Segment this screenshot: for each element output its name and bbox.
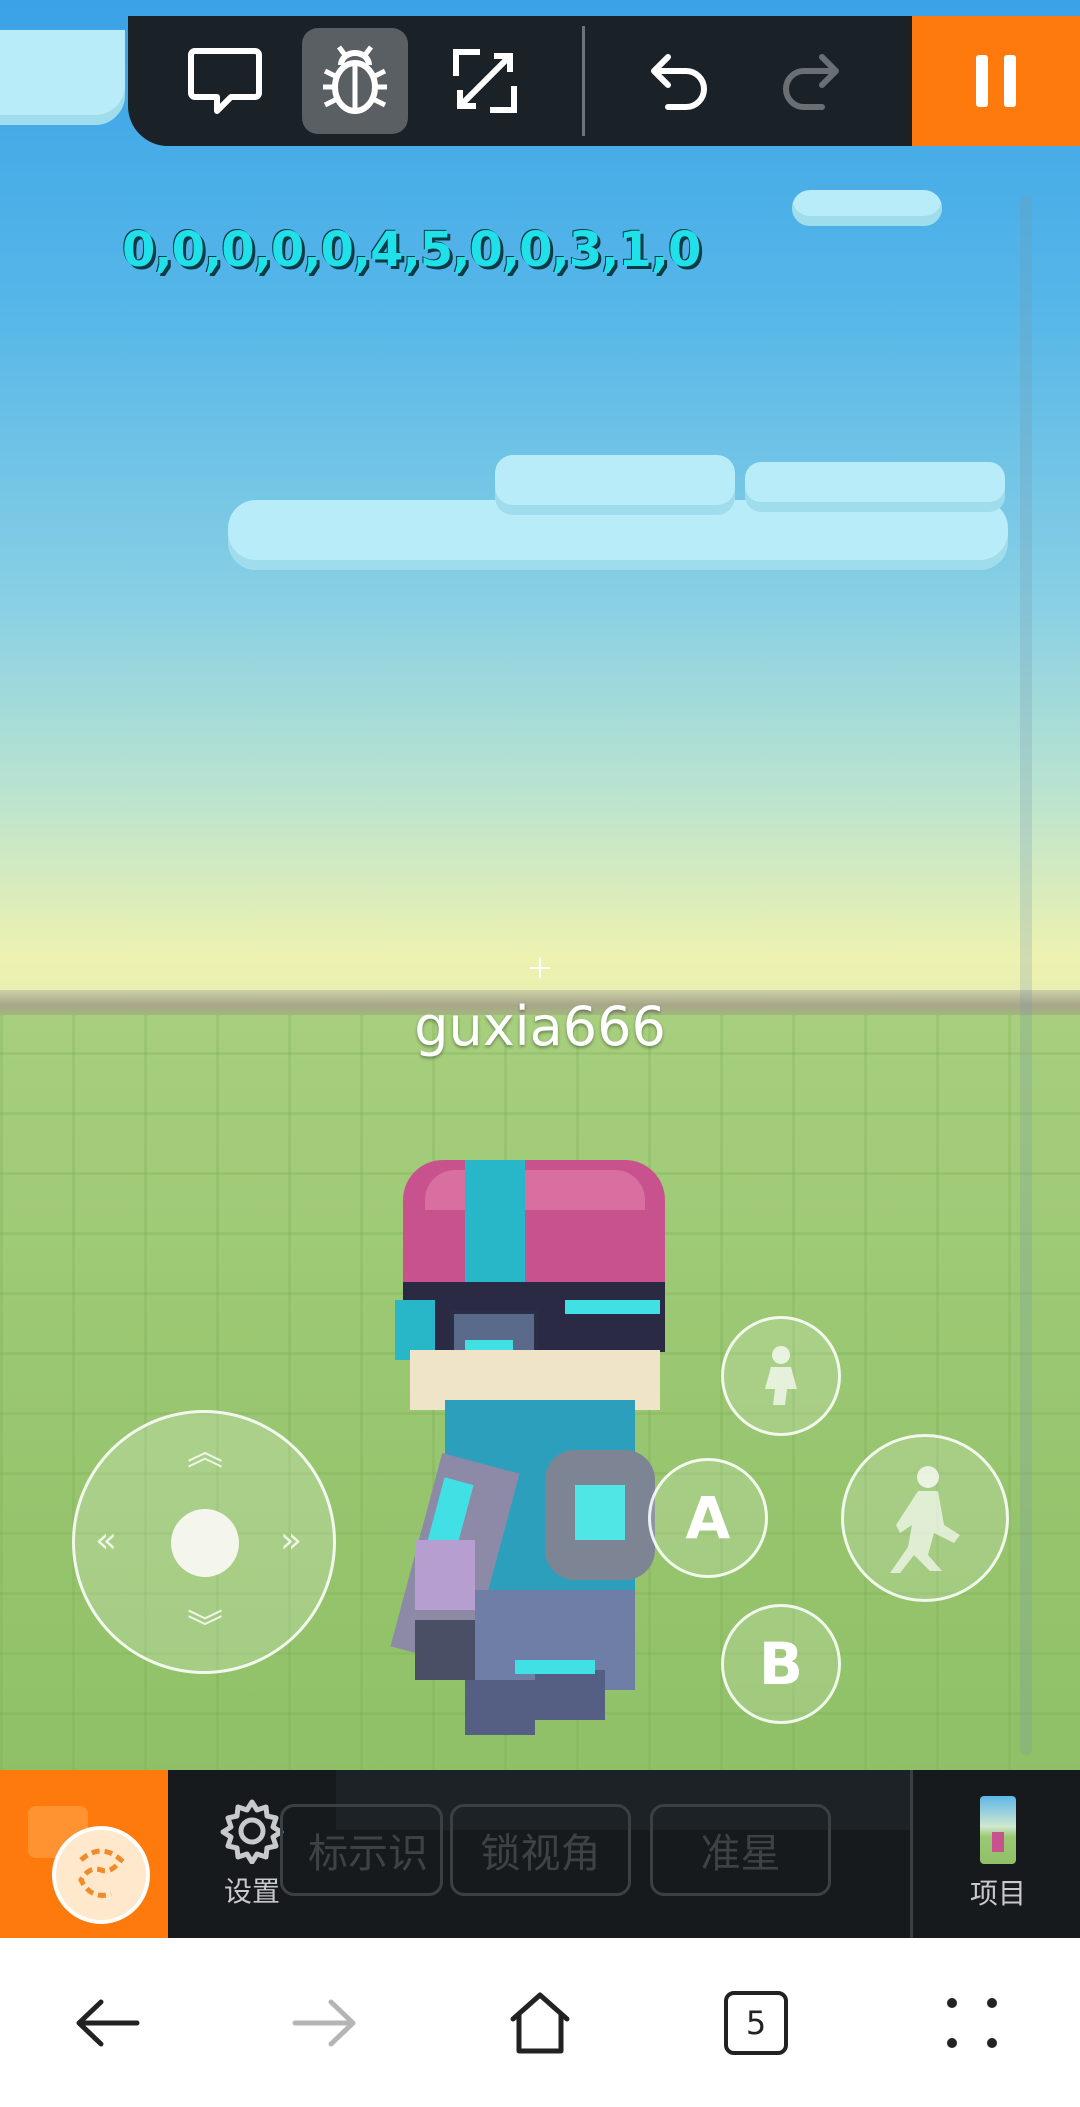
more-dots-icon bbox=[947, 1997, 997, 2048]
pause-button[interactable] bbox=[912, 16, 1080, 146]
settings-label: 设置 bbox=[223, 1875, 280, 1908]
home-button[interactable] bbox=[480, 1963, 600, 2083]
browser-nav-bar: 5 bbox=[0, 1938, 1080, 2107]
toolbar-divider bbox=[582, 26, 585, 136]
project-thumbnail bbox=[980, 1796, 1016, 1864]
expand-icon bbox=[453, 49, 517, 113]
cloud bbox=[495, 455, 735, 515]
debug-values: 0,0,0,0,0,4,5,0,0,3,1,0 bbox=[122, 222, 701, 278]
button-a[interactable]: A bbox=[648, 1458, 768, 1578]
crosshair bbox=[530, 958, 550, 978]
menu-button[interactable] bbox=[912, 1963, 1032, 2083]
redo-icon bbox=[783, 54, 839, 110]
project-button[interactable]: 项目 bbox=[910, 1770, 1080, 1938]
player-character bbox=[390, 1160, 675, 1740]
movement-joystick[interactable]: ︽ ︾ « » bbox=[72, 1410, 336, 1674]
gear-icon bbox=[220, 1799, 284, 1864]
game-viewport[interactable]: 0,0,0,0,0,4,5,0,0,3,1,0 guxia666 ︽ ︾ « » bbox=[0, 0, 1080, 1770]
app-logo-icon bbox=[52, 1826, 150, 1924]
home-icon bbox=[510, 1992, 570, 2053]
bug-icon bbox=[323, 45, 387, 114]
joystick-knob[interactable] bbox=[171, 1509, 239, 1577]
ghost-button-crosshair: 准星 bbox=[650, 1804, 831, 1896]
forward-arrow-icon bbox=[292, 1999, 356, 2046]
project-label: 项目 bbox=[969, 1877, 1026, 1910]
game-bottom-bar: 设置 标示识 锁视角 准星 项目 bbox=[0, 1770, 1080, 1938]
ghost-button-lock-view: 锁视角 bbox=[450, 1804, 631, 1896]
arrow-left-icon: « bbox=[95, 1520, 118, 1561]
back-button[interactable] bbox=[48, 1963, 168, 2083]
tabs-button[interactable]: 5 bbox=[696, 1963, 816, 2083]
ghost-button-marker: 标示识 bbox=[280, 1804, 443, 1896]
arrow-down-icon: ︾ bbox=[187, 1608, 224, 1649]
back-arrow-icon bbox=[76, 1999, 140, 2046]
editor-toolbar bbox=[128, 16, 912, 146]
undo-button[interactable] bbox=[628, 28, 734, 134]
arrow-up-icon: ︽ bbox=[187, 1432, 224, 1473]
jump-icon bbox=[890, 1466, 960, 1573]
forward-button[interactable] bbox=[264, 1963, 384, 2083]
home-tile[interactable] bbox=[0, 1770, 168, 1938]
crouch-icon bbox=[765, 1346, 797, 1405]
pause-icon bbox=[976, 55, 1016, 107]
arrow-right-icon: » bbox=[280, 1520, 303, 1561]
chat-button[interactable] bbox=[172, 28, 278, 134]
cloud bbox=[0, 30, 125, 125]
cloud bbox=[745, 462, 1005, 512]
undo-icon bbox=[651, 54, 707, 110]
button-b[interactable]: B bbox=[721, 1604, 841, 1724]
debug-button[interactable] bbox=[302, 28, 408, 134]
crouch-button[interactable] bbox=[721, 1316, 841, 1436]
scrollbar[interactable] bbox=[1020, 195, 1032, 1755]
cloud bbox=[792, 190, 942, 226]
tab-count: 5 bbox=[745, 2003, 767, 2042]
jump-button[interactable] bbox=[841, 1434, 1009, 1602]
fullscreen-button[interactable] bbox=[432, 28, 538, 134]
redo-button[interactable] bbox=[756, 28, 862, 134]
player-name: guxia666 bbox=[414, 995, 666, 1058]
chat-icon bbox=[188, 48, 262, 114]
tab-count-badge: 5 bbox=[724, 1990, 788, 2055]
